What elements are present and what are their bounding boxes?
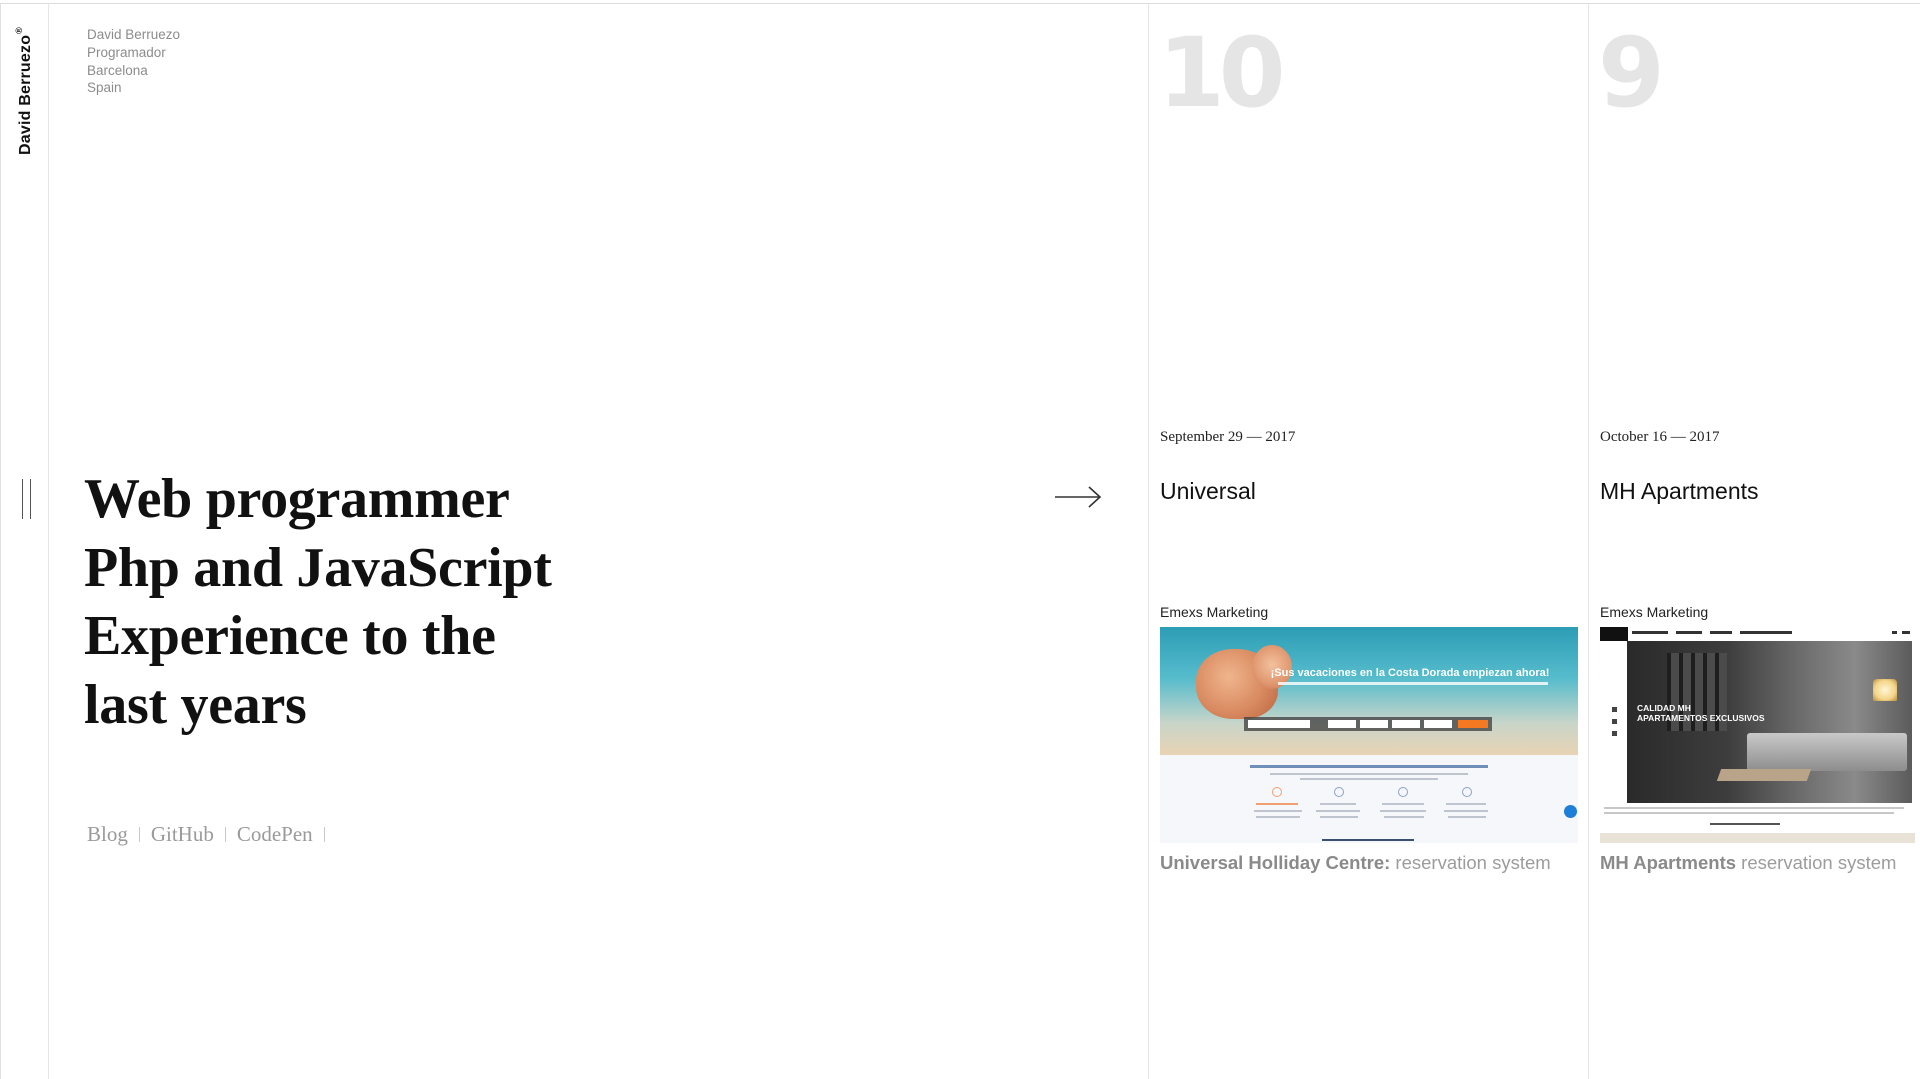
caption-rest: reservation system <box>1390 852 1551 873</box>
link-separator <box>323 827 325 842</box>
hero-headline: Web programmer Php and JavaScript Experi… <box>84 465 552 739</box>
project-caption: Universal Holliday Centre: reservation s… <box>1160 852 1551 874</box>
github-link[interactable]: GitHub <box>151 822 214 847</box>
project-client: Emexs Marketing <box>1160 604 1269 620</box>
project-date: October 16 — 2017 <box>1600 429 1720 445</box>
author-country: Spain <box>87 80 122 96</box>
headline-line-1: Web programmer <box>84 468 510 530</box>
thumbnail-subline <box>1278 682 1548 685</box>
headline-line-4: last years <box>84 673 307 736</box>
thumbnail-headline: CALIDAD MH APARTAMENTOS EXCLUSIVOS <box>1637 703 1765 723</box>
thumbnail-hero-image: ¡Sus vacaciones en la Costa Dorada empie… <box>1160 627 1578 755</box>
brand-name: David Berruezo <box>17 34 34 155</box>
double-bar-handle-icon[interactable] <box>22 479 31 519</box>
thumbnail-sidebar <box>1600 641 1627 801</box>
caption-rest: reservation system <box>1736 852 1897 873</box>
thumbnail-nav <box>1600 627 1915 641</box>
thumbnail-headline: ¡Sus vacaciones en la Costa Dorada empie… <box>1270 667 1550 679</box>
left-rail: David Berruezo® <box>0 3 49 1079</box>
link-separator <box>138 827 140 842</box>
author-info: David Berruezo Programador Barcelona Spa… <box>87 26 180 97</box>
thumbnail-hero-image: CALIDAD MH APARTAMENTOS EXCLUSIVOS <box>1627 641 1912 803</box>
caption-bold: Universal Holliday Centre: <box>1160 852 1391 873</box>
brand-logo[interactable]: David Berruezo® <box>14 27 35 155</box>
project-number: 10 <box>1158 17 1286 129</box>
author-name: David Berruezo <box>87 27 181 42</box>
project-thumbnail[interactable]: ¡Sus vacaciones en la Costa Dorada empie… <box>1160 627 1578 843</box>
chat-bubble-icon <box>1564 805 1577 818</box>
link-separator <box>224 827 226 842</box>
thumbnail-logo <box>1600 627 1628 641</box>
project-title[interactable]: MH Apartments <box>1600 478 1759 505</box>
author-city: Barcelona <box>87 62 148 78</box>
headline-line-3: Experience to the <box>84 605 496 667</box>
author-role: Programador <box>87 44 166 60</box>
project-client: Emexs Marketing <box>1600 604 1709 620</box>
project-date: September 29 — 2017 <box>1160 429 1296 445</box>
headline-line-2: Php and JavaScript <box>84 536 552 599</box>
codepen-link[interactable]: CodePen <box>237 822 313 847</box>
project-thumbnail[interactable]: CALIDAD MH APARTAMENTOS EXCLUSIVOS <box>1600 627 1915 843</box>
project-card-mh-apartments[interactable]: 9 October 16 — 2017 MH Apartments Emexs … <box>1588 3 1920 1079</box>
thumbnail-search-bar <box>1244 717 1492 731</box>
project-number: 9 <box>1598 17 1665 129</box>
social-links: Blog GitHub CodePen <box>87 822 336 847</box>
blog-link[interactable]: Blog <box>87 822 128 847</box>
arrow-right-icon[interactable] <box>1054 483 1102 511</box>
project-card-universal[interactable]: 10 September 29 — 2017 Universal Emexs M… <box>1148 3 1589 1079</box>
registered-mark: ® <box>14 26 24 34</box>
project-title[interactable]: Universal <box>1160 478 1256 505</box>
project-caption: MH Apartments reservation system <box>1600 852 1896 874</box>
caption-bold: MH Apartments <box>1600 852 1737 873</box>
thumbnail-body <box>1160 755 1578 843</box>
